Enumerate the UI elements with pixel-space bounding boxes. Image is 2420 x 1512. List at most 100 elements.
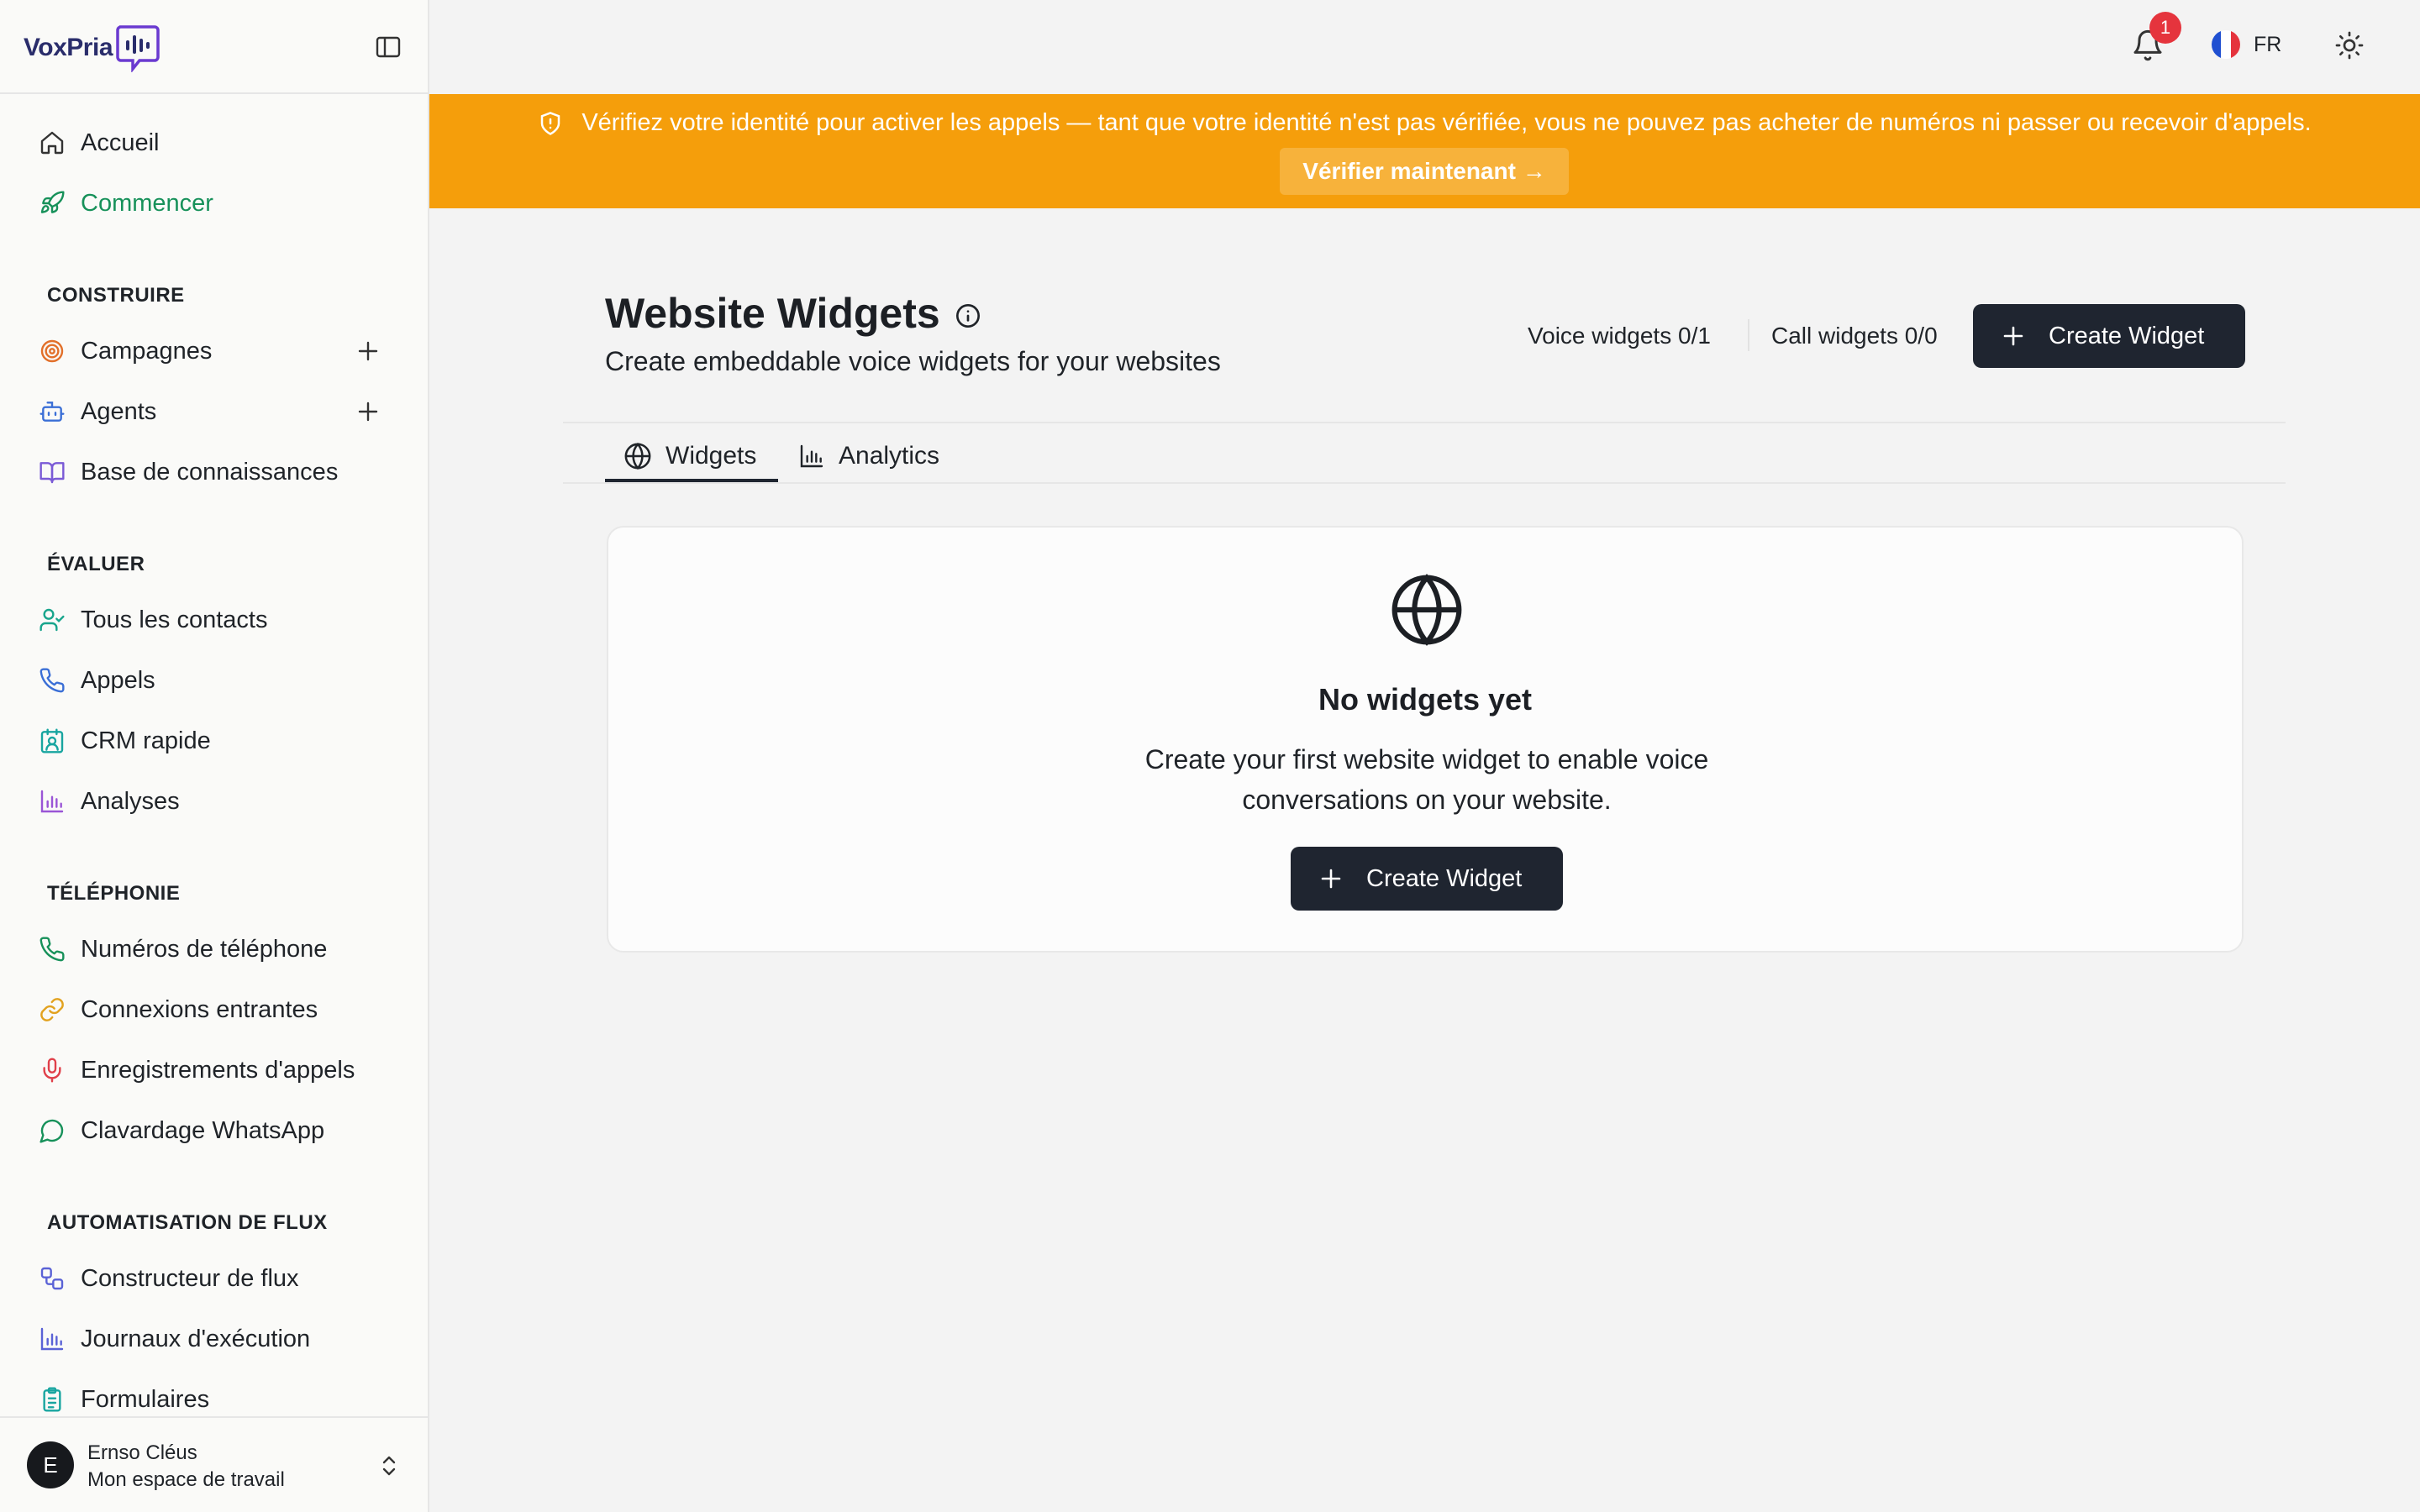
- sidebar-item-label: Journaux d'exécution: [81, 1325, 311, 1352]
- page-title: Website Widgets: [605, 290, 940, 337]
- shield-alert-icon: [541, 111, 560, 135]
- user-menu[interactable]: E Ernso Cléus Mon espace de travail: [0, 1416, 428, 1512]
- sidebar-item-label: Formulaires: [81, 1385, 210, 1413]
- tab-label: Widgets: [666, 442, 757, 470]
- sidebar: VoxPria Accueil Commencer CONSTRUIRE Cam…: [0, 0, 429, 1512]
- sidebar-item-clavardage-whatsapp[interactable]: Clavardage WhatsApp: [20, 1107, 381, 1154]
- globe-icon: [1392, 574, 1462, 646]
- sidebar-item-label: Tous les contacts: [81, 606, 268, 633]
- sidebar-item-label: Accueil: [81, 129, 160, 156]
- section-heading-construire: CONSTRUIRE: [47, 284, 185, 307]
- avatar: E: [27, 1441, 74, 1488]
- sidebar-item-constructeur-de-flux[interactable]: Constructeur de flux: [20, 1255, 381, 1302]
- logo-mark-icon: [116, 25, 160, 72]
- section-heading-automatisation: AUTOMATISATION DE FLUX: [47, 1211, 328, 1234]
- workspace-name: Mon espace de travail: [87, 1468, 285, 1491]
- sidebar-item-label: Constructeur de flux: [81, 1264, 299, 1292]
- tabs-top-border: [563, 422, 2286, 423]
- link-icon: [37, 995, 67, 1025]
- sidebar-item-connexions-entrantes[interactable]: Connexions entrantes: [20, 986, 381, 1033]
- sidebar-item-base-de-connaissances[interactable]: Base de connaissances: [20, 449, 381, 496]
- france-flag-icon: [2212, 30, 2240, 59]
- sidebar-item-journaux-d-execution[interactable]: Journaux d'exécution: [20, 1315, 381, 1362]
- home-icon: [37, 128, 67, 158]
- plus-icon: [1321, 869, 1341, 889]
- sidebar-item-analyses[interactable]: Analyses: [20, 778, 381, 825]
- plus-icon: [2003, 326, 2023, 346]
- tab-analytics[interactable]: Analytics: [798, 430, 939, 482]
- sidebar-item-label: Campagnes: [81, 337, 213, 365]
- language-selector[interactable]: FR: [2212, 30, 2281, 59]
- empty-create-widget-button[interactable]: Create Widget: [1291, 847, 1563, 911]
- clipboard-icon: [37, 1384, 67, 1415]
- contact-card-icon: [37, 726, 67, 756]
- top-bar: [429, 0, 2420, 94]
- sidebar-item-crm-rapide[interactable]: CRM rapide: [20, 717, 381, 764]
- sidebar-item-commencer[interactable]: Commencer: [20, 180, 381, 227]
- info-icon[interactable]: [955, 302, 981, 329]
- book-icon: [37, 457, 67, 487]
- sidebar-item-enregistrements-d-appels[interactable]: Enregistrements d'appels: [20, 1047, 381, 1094]
- sidebar-item-label: Clavardage WhatsApp: [81, 1116, 325, 1144]
- language-code: FR: [2254, 32, 2282, 56]
- tab-label: Analytics: [839, 442, 940, 470]
- brand-header: VoxPria: [0, 0, 428, 94]
- create-widget-label: Create Widget: [2049, 322, 2205, 349]
- tabs-bottom-border: [563, 482, 2286, 484]
- sidebar-item-numeros-de-telephone[interactable]: Numéros de téléphone: [20, 926, 381, 973]
- sidebar-item-campagnes[interactable]: Campagnes: [20, 328, 381, 375]
- voice-widgets-count: Voice widgets 0/1: [1528, 323, 1711, 349]
- empty-state-text: Create your first website widget to enab…: [1144, 744, 1709, 815]
- sidebar-item-formulaires[interactable]: Formulaires: [20, 1376, 381, 1416]
- stat-divider: [1748, 319, 1749, 351]
- add-campaign-icon[interactable]: [355, 338, 381, 365]
- sidebar-item-label: Enregistrements d'appels: [81, 1056, 355, 1084]
- bar-chart-icon: [800, 444, 823, 468]
- verify-now-button[interactable]: Vérifier maintenant →: [1280, 148, 1569, 195]
- phone-icon: [37, 934, 67, 964]
- banner-text: Vérifiez votre identité pour activer les…: [581, 109, 2312, 136]
- phone-icon: [37, 665, 67, 696]
- add-agent-icon[interactable]: [355, 398, 381, 425]
- chat-bubble-icon: [37, 1116, 67, 1146]
- tab-widgets[interactable]: Widgets: [623, 430, 756, 482]
- bar-chart-icon: [37, 786, 67, 816]
- banner-message-row: Vérifiez votre identité pour activer les…: [429, 109, 2420, 137]
- logo-text: VoxPria: [24, 34, 113, 61]
- section-heading-telephonie: TÉLÉPHONIE: [47, 882, 181, 905]
- sidebar-item-label: Commencer: [81, 189, 213, 217]
- sidebar-item-tous-les-contacts[interactable]: Tous les contacts: [20, 596, 381, 643]
- logo[interactable]: VoxPria: [24, 22, 160, 74]
- rocket-icon: [37, 188, 67, 218]
- sidebar-item-label: Appels: [81, 666, 155, 694]
- create-widget-button[interactable]: Create Widget: [1973, 304, 2245, 368]
- sidebar-toggle-icon[interactable]: [375, 34, 402, 60]
- sidebar-item-label: Base de connaissances: [81, 458, 339, 486]
- call-widgets-count: Call widgets 0/0: [1771, 323, 1938, 349]
- sidebar-item-label: Agents: [81, 397, 157, 425]
- sidebar-item-label: Numéros de téléphone: [81, 935, 328, 963]
- workflow-icon: [37, 1263, 67, 1294]
- sidebar-nav: Accueil Commencer CONSTRUIRE Campagnes A…: [0, 94, 428, 1416]
- empty-state-title: No widgets yet: [1318, 682, 1533, 717]
- sun-icon[interactable]: [2334, 30, 2365, 60]
- user-name: Ernso Cléus: [87, 1441, 197, 1464]
- bot-icon: [37, 396, 67, 427]
- chevrons-up-down-icon[interactable]: [376, 1452, 402, 1480]
- page-subtitle: Create embeddable voice widgets for your…: [605, 346, 1221, 376]
- globe-icon: [624, 442, 651, 470]
- sidebar-item-label: Analyses: [81, 787, 180, 815]
- create-widget-label: Create Widget: [1366, 864, 1523, 892]
- mic-icon: [37, 1055, 67, 1085]
- active-tab-indicator: [605, 479, 778, 482]
- sidebar-item-agents[interactable]: Agents: [20, 388, 381, 435]
- bar-chart-icon: [37, 1324, 67, 1354]
- empty-state-card: No widgets yet Create your first website…: [607, 526, 2244, 953]
- sidebar-item-label: CRM rapide: [81, 727, 211, 754]
- verification-banner: Vérifiez votre identité pour activer les…: [429, 94, 2420, 208]
- sidebar-item-appels[interactable]: Appels: [20, 657, 381, 704]
- target-icon: [37, 336, 67, 366]
- sidebar-item-label: Connexions entrantes: [81, 995, 318, 1023]
- section-heading-evaluer: ÉVALUER: [47, 553, 145, 575]
- sidebar-item-accueil[interactable]: Accueil: [20, 119, 381, 166]
